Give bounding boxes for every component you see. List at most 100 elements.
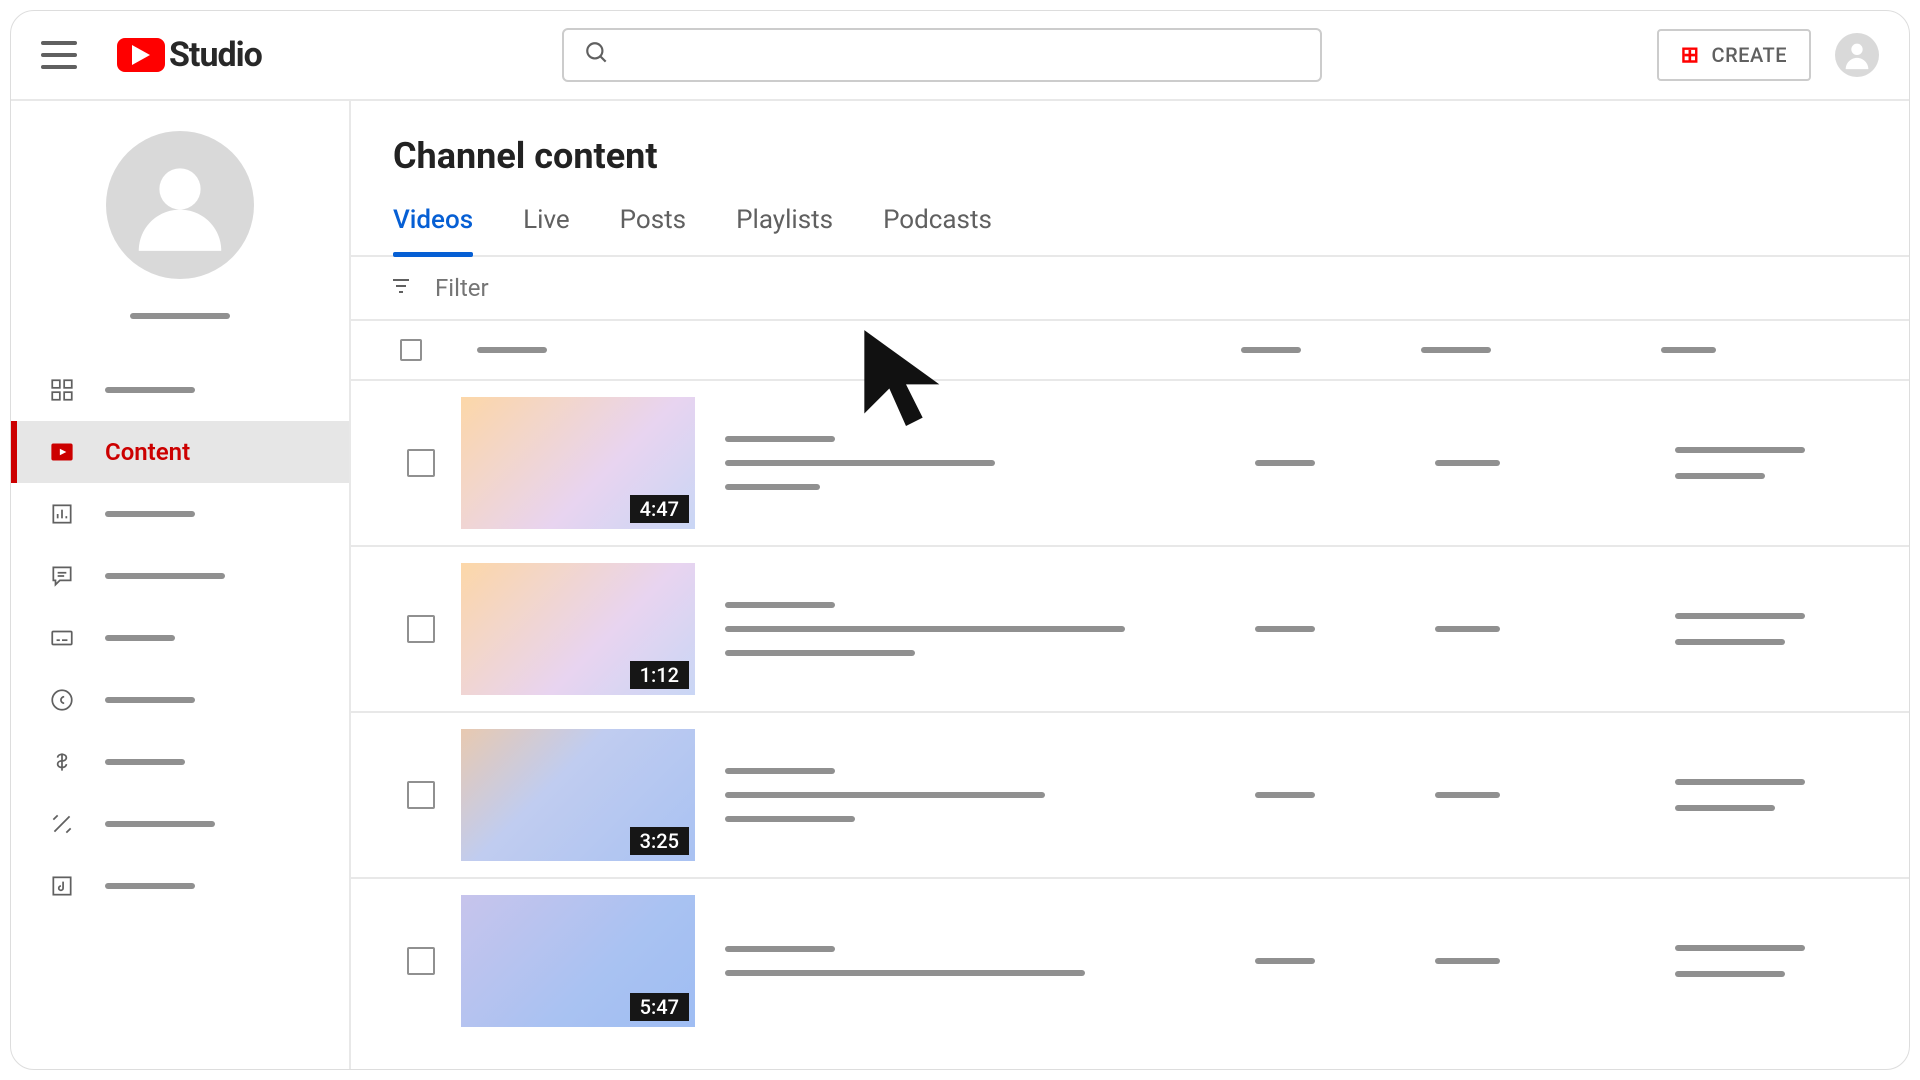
sidebar-item-audio[interactable] <box>11 855 349 917</box>
select-all-checkbox[interactable] <box>400 339 422 361</box>
cell-placeholder <box>1675 805 1775 811</box>
search-box[interactable] <box>562 28 1322 82</box>
tab-live[interactable]: Live <box>523 205 570 255</box>
studio-logo[interactable]: Studio <box>117 35 262 75</box>
video-thumbnail[interactable]: 4:47 <box>461 397 695 529</box>
comments-icon <box>49 563 75 589</box>
filter-input[interactable] <box>435 274 746 302</box>
sidebar-item-label <box>105 511 195 517</box>
tab-playlists[interactable]: Playlists <box>736 205 833 255</box>
video-desc-placeholder <box>725 626 1125 632</box>
table-header <box>351 321 1909 381</box>
cell-placeholder <box>1435 958 1500 964</box>
create-button[interactable]: ⊞ CREATE <box>1657 29 1811 81</box>
page-title: Channel content <box>351 101 1909 177</box>
magic-wand-icon <box>49 811 75 837</box>
cell-placeholder <box>1255 958 1315 964</box>
search-input[interactable] <box>626 45 1300 66</box>
row-checkbox[interactable] <box>407 947 435 975</box>
cell-placeholder <box>1675 447 1805 453</box>
video-row[interactable]: 4:47 <box>351 381 1909 547</box>
video-meta <box>695 768 1255 822</box>
cell-placeholder <box>1435 460 1500 466</box>
tab-videos[interactable]: Videos <box>393 205 473 255</box>
video-duration: 4:47 <box>630 495 689 523</box>
video-thumbnail[interactable]: 5:47 <box>461 895 695 1027</box>
column-header-b <box>1241 347 1301 353</box>
video-meta <box>695 602 1255 656</box>
youtube-play-icon <box>117 38 165 72</box>
logo-text: Studio <box>169 35 262 75</box>
video-row[interactable]: 1:12 <box>351 547 1909 713</box>
video-thumbnail[interactable]: 1:12 <box>461 563 695 695</box>
cell-placeholder <box>1675 945 1805 951</box>
video-thumbnail[interactable]: 3:25 <box>461 729 695 861</box>
app-window: Studio ⊞ CREATE <box>10 10 1910 1070</box>
content-icon <box>49 439 75 465</box>
video-duration: 3:25 <box>630 827 689 855</box>
sidebar-item-earn[interactable] <box>11 731 349 793</box>
video-desc-placeholder <box>725 970 1085 976</box>
channel-header <box>11 101 349 359</box>
cell-placeholder <box>1675 613 1805 619</box>
sidebar-item-dashboard[interactable] <box>11 359 349 421</box>
row-checkbox[interactable] <box>407 615 435 643</box>
video-title-placeholder <box>725 436 835 442</box>
video-duration: 1:12 <box>630 661 689 689</box>
content-tabs: Videos Live Posts Playlists Podcasts <box>351 177 1909 257</box>
analytics-icon <box>49 501 75 527</box>
tab-podcasts[interactable]: Podcasts <box>883 205 992 255</box>
sidebar-item-label: Content <box>105 438 190 466</box>
sidebar-item-customize[interactable] <box>11 793 349 855</box>
video-desc-placeholder <box>725 484 820 490</box>
cell-placeholder <box>1675 473 1765 479</box>
audio-library-icon <box>49 873 75 899</box>
row-checkbox[interactable] <box>407 781 435 809</box>
column-header-video <box>477 347 547 353</box>
video-row[interactable]: 3:25 <box>351 713 1909 879</box>
video-desc-placeholder <box>725 650 915 656</box>
sidebar-item-label <box>105 573 225 579</box>
sidebar-item-label <box>105 697 195 703</box>
video-title-placeholder <box>725 946 835 952</box>
sidebar-item-comments[interactable] <box>11 545 349 607</box>
sidebar-nav: Content <box>11 359 349 917</box>
sidebar: Content <box>11 101 351 1069</box>
top-header: Studio ⊞ CREATE <box>11 11 1909 101</box>
video-desc-placeholder <box>725 460 995 466</box>
sidebar-item-subtitles[interactable] <box>11 607 349 669</box>
video-meta <box>695 946 1255 976</box>
sidebar-item-label <box>105 883 195 889</box>
column-header-d <box>1661 347 1716 353</box>
filter-icon <box>389 274 413 302</box>
search-icon <box>584 40 610 70</box>
column-header-c <box>1421 347 1491 353</box>
create-plus-icon: ⊞ <box>1681 43 1700 68</box>
mouse-cursor-icon <box>856 321 956 435</box>
sidebar-item-analytics[interactable] <box>11 483 349 545</box>
subtitles-icon <box>49 625 75 651</box>
cell-placeholder <box>1435 792 1500 798</box>
row-checkbox[interactable] <box>407 449 435 477</box>
tab-posts[interactable]: Posts <box>620 205 686 255</box>
video-desc-placeholder <box>725 816 855 822</box>
create-button-label: CREATE <box>1712 43 1787 67</box>
account-avatar[interactable] <box>1835 33 1879 77</box>
video-title-placeholder <box>725 602 835 608</box>
sidebar-item-label <box>105 635 175 641</box>
video-desc-placeholder <box>725 792 1045 798</box>
cell-placeholder <box>1675 639 1785 645</box>
channel-avatar[interactable] <box>106 131 254 279</box>
menu-icon[interactable] <box>41 41 77 69</box>
sidebar-item-copyright[interactable] <box>11 669 349 731</box>
cell-placeholder <box>1255 626 1315 632</box>
sidebar-item-content[interactable]: Content <box>11 421 349 483</box>
video-duration: 5:47 <box>630 993 689 1021</box>
video-row[interactable]: 5:47 <box>351 879 1909 1043</box>
dashboard-icon <box>49 377 75 403</box>
main-content: Channel content Videos Live Posts Playli… <box>351 101 1909 1069</box>
sidebar-item-label <box>105 387 195 393</box>
channel-name-placeholder <box>130 313 230 319</box>
filter-bar[interactable] <box>351 257 1909 321</box>
cell-placeholder <box>1255 460 1315 466</box>
